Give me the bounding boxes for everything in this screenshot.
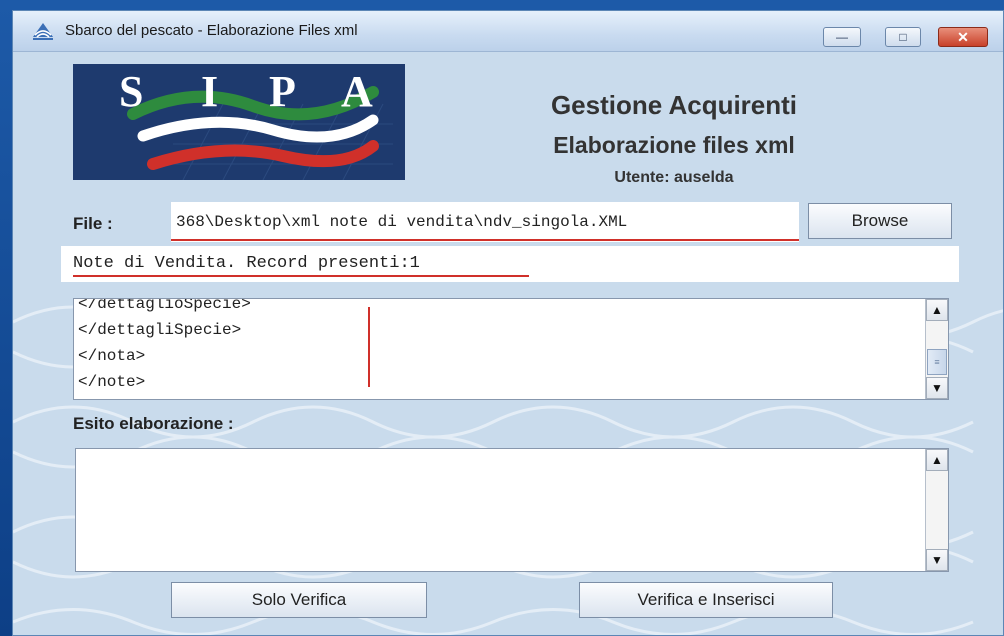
user-label: Utente: auselda [614,169,734,186]
esito-label: Esito elaborazione : [73,414,234,433]
minimize-icon: — [836,30,848,44]
scroll-down-button[interactable]: ▼ [926,549,948,571]
xml-content-area[interactable]: </dettaglioSpecie> </dettagliSpecie> </n… [73,298,949,400]
logo-letter: S [119,67,144,116]
arrow-down-icon: ▼ [931,553,943,567]
maximize-button[interactable]: □ [885,27,921,47]
esito-text [76,449,948,461]
browse-button[interactable]: Browse [808,203,952,239]
window-title: Sbarco del pescato - Elaborazione Files … [65,22,358,39]
arrow-up-icon: ▲ [931,303,943,317]
logo-letter: P [269,67,296,116]
xml-line: </note> [78,373,146,391]
page-title: Gestione Acquirenti [550,90,798,120]
app-icon [33,23,53,40]
xml-line: </nota> [78,347,146,365]
minimize-button[interactable]: — [823,27,861,47]
maximize-icon: □ [899,30,907,44]
app-window: Sbarco del pescato - Elaborazione Files … [12,10,1004,636]
xml-lines: </dettaglioSpecie> </dettagliSpecie> </n… [78,298,251,395]
scroll-up-button[interactable]: ▲ [926,299,948,321]
annotation-underline [73,275,529,277]
close-button[interactable]: ✕ [938,27,988,47]
xml-line: </dettagliSpecie> [78,321,242,339]
annotation-cursor-line [368,307,370,387]
solo-verifica-button[interactable]: Solo Verifica [171,582,427,618]
file-path-field[interactable]: 368\Desktop\xml note di vendita\ndv_sing… [171,202,799,242]
annotation-underline [171,239,799,241]
main-panel: S I P A Gestione Acquirenti Elaborazione… [13,52,1003,635]
arrow-up-icon: ▲ [931,453,943,467]
title-bar[interactable]: Sbarco del pescato - Elaborazione Files … [13,11,1003,52]
scroll-thumb[interactable]: ≡ [927,349,947,375]
arrow-down-icon: ▼ [931,381,943,395]
logo-letter: A [341,67,373,116]
verifica-inserisci-button[interactable]: Verifica e Inserisci [579,582,833,618]
xml-scrollbar[interactable]: ▲ ≡ ▼ [925,299,948,399]
scroll-up-button[interactable]: ▲ [926,449,948,471]
file-label: File : [73,214,113,233]
xml-line: </dettaglioSpecie> [78,298,251,313]
grip-icon: ≡ [934,357,940,367]
close-icon: ✕ [957,29,969,45]
esito-scrollbar[interactable]: ▲ ▼ [925,449,948,571]
sipa-logo: S I P A [73,64,405,180]
esito-output-area[interactable]: ▲ ▼ [75,448,949,572]
logo-letter: I [201,67,219,116]
page-subtitle: Elaborazione files xml [553,132,795,158]
scroll-down-button[interactable]: ▼ [926,377,948,399]
